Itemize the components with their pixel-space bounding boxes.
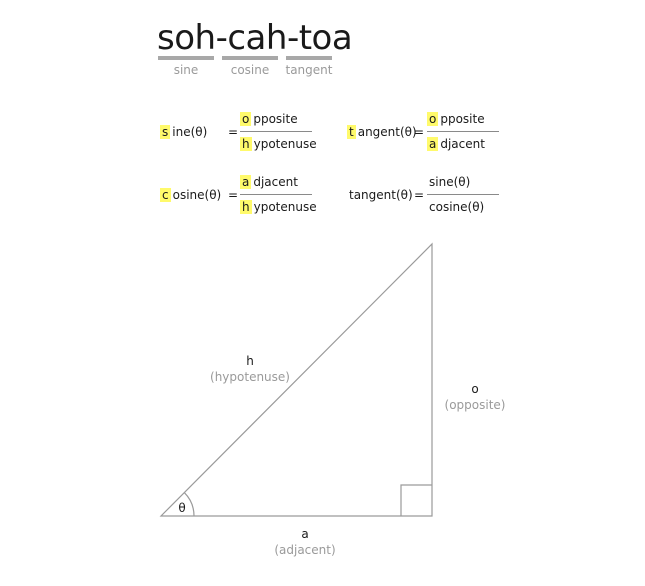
triangle-outline xyxy=(159,242,433,517)
hypotenuse-label: h xyxy=(246,354,254,368)
adjacent-label: a xyxy=(301,527,309,541)
opposite-sublabel: (opposite) xyxy=(444,398,506,412)
opposite-label: o xyxy=(471,382,479,396)
adjacent-sublabel: (adjacent) xyxy=(274,543,336,557)
hypotenuse-sublabel: (hypotenuse) xyxy=(210,370,290,384)
angle-arc xyxy=(183,492,195,517)
right-angle-marker xyxy=(400,484,432,516)
theta-label: θ xyxy=(178,501,185,515)
right-triangle-diagram: θ xyxy=(159,242,433,517)
